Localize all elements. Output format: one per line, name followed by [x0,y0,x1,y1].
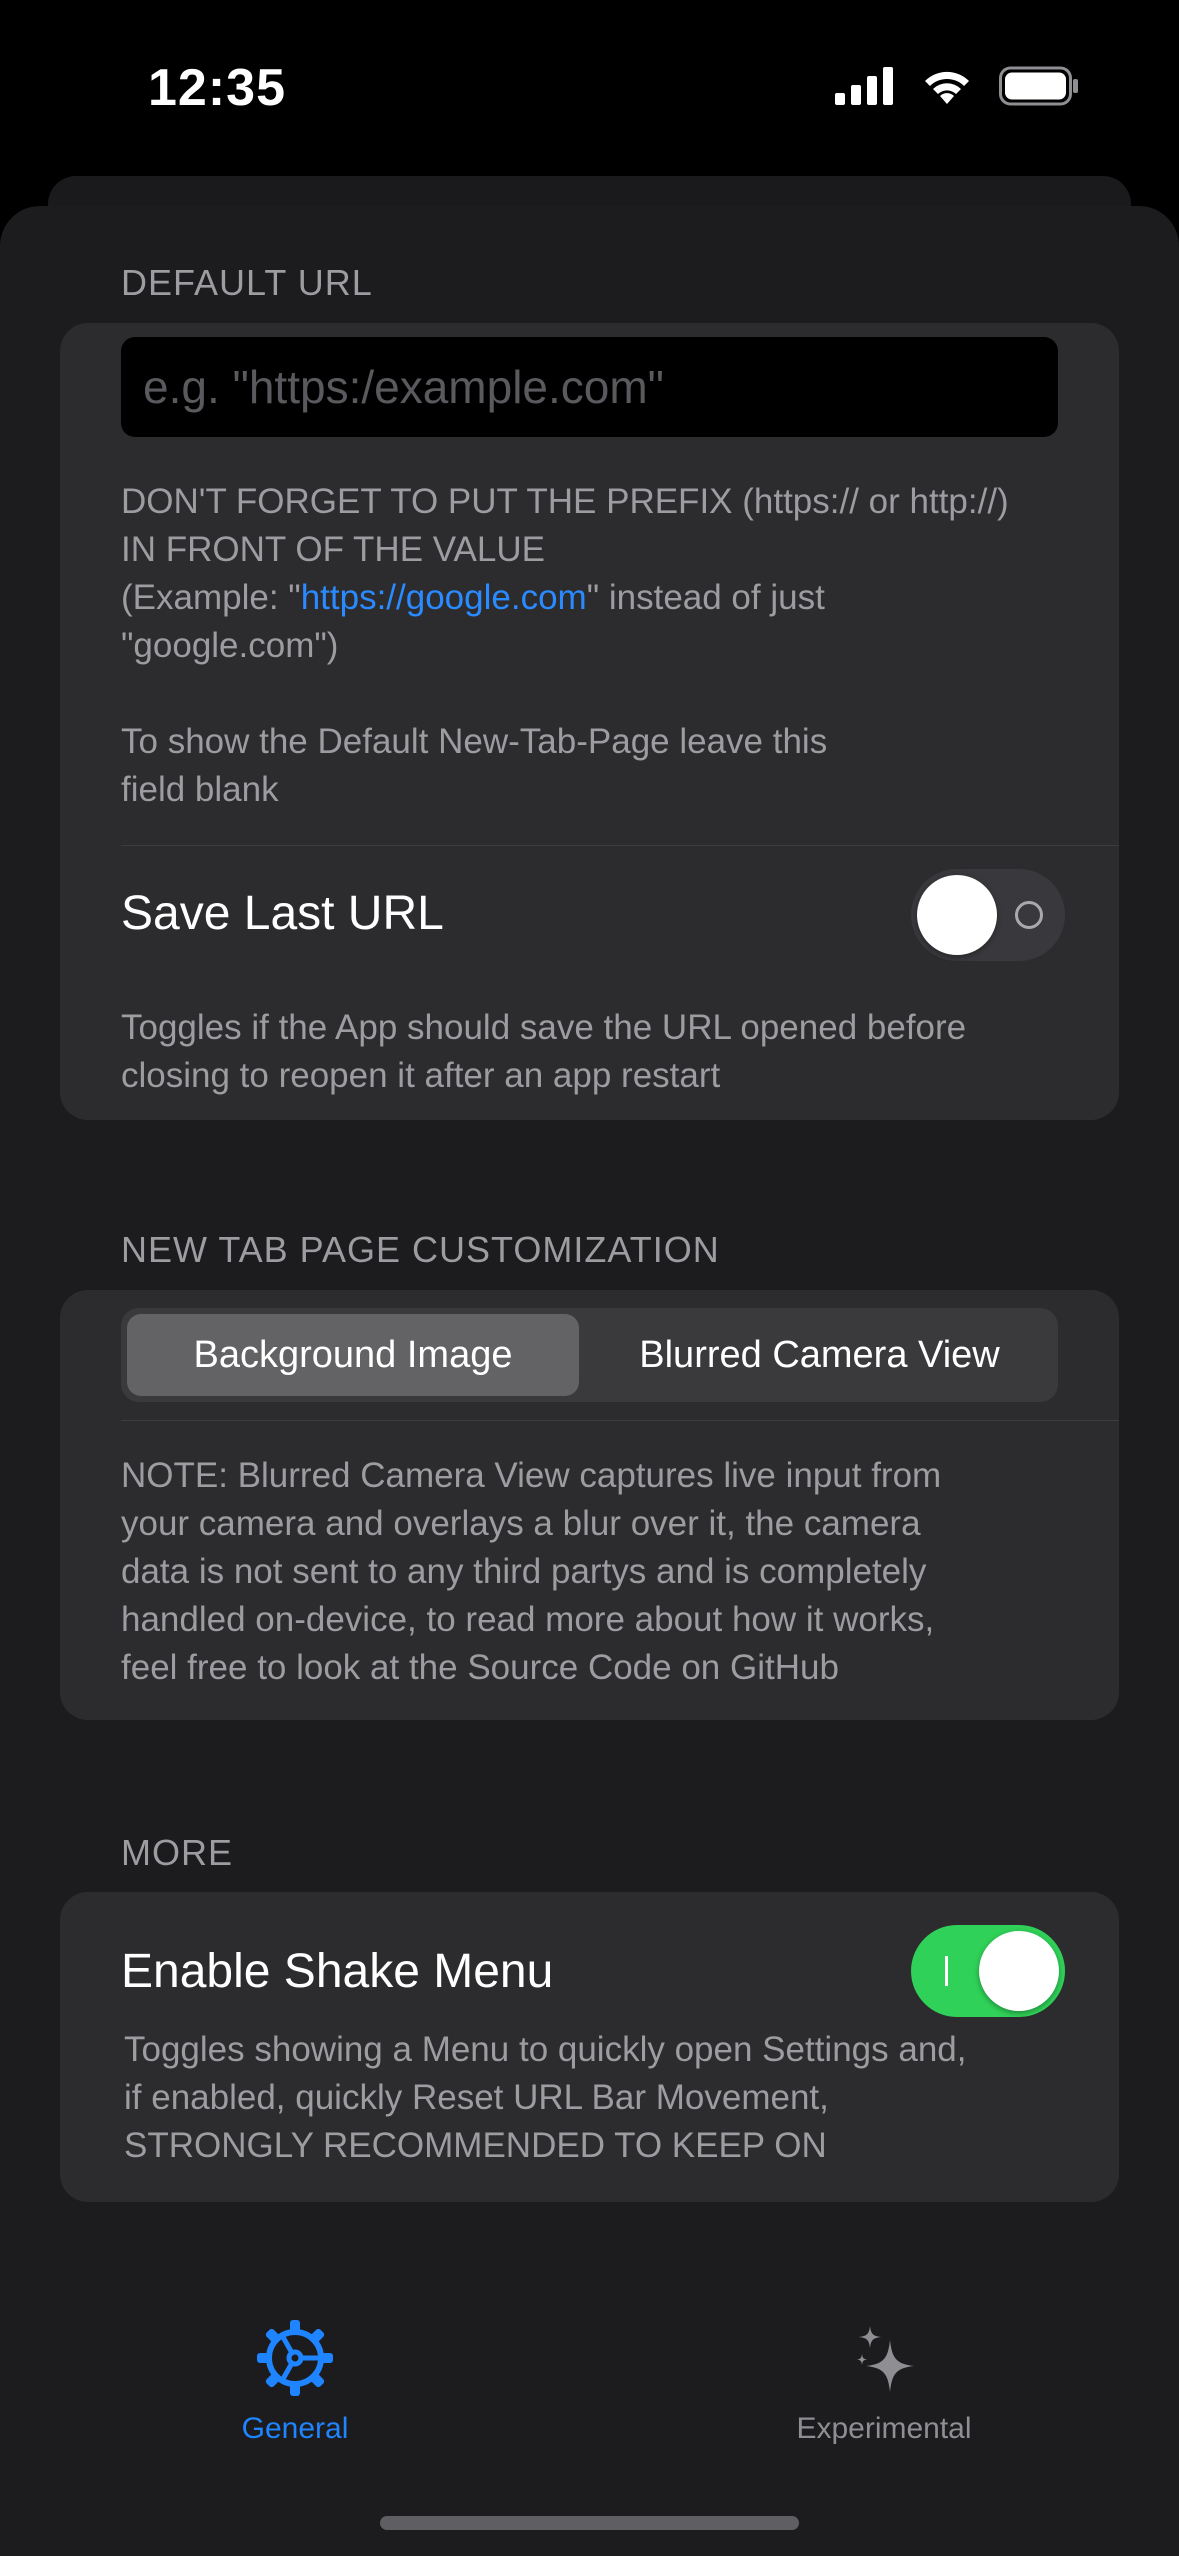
camera-view-note-line: NOTE: Blurred Camera View captures live … [121,1456,942,1495]
example-link[interactable]: https://google.com [301,578,587,617]
camera-view-note-line: your camera and overlays a blur over it,… [121,1504,921,1543]
status-time: 12:35 [148,59,286,117]
new-tab-card: Background Image Blurred Camera View NOT… [60,1290,1119,1720]
shake-menu-note-line: STRONGLY RECOMMENDED TO KEEP ON [124,2126,827,2165]
blank-field-note-line: field blank [121,770,279,809]
shake-menu-note-line: if enabled, quickly Reset URL Bar Moveme… [124,2078,829,2117]
prefix-note-line: "google.com") [121,626,339,665]
enable-shake-menu-toggle[interactable] [911,1925,1065,2017]
tab-label: Experimental [796,2412,972,2445]
toggle-knob [917,875,997,955]
shake-menu-note: Toggles showing a Menu to quickly open S… [124,2026,966,2170]
wifi-icon [925,71,969,104]
toggle-off-indicator [1015,901,1043,929]
prefix-note-example: (Example: "https://google.com" instead o… [121,578,825,617]
shake-menu-note-line: Toggles showing a Menu to quickly open S… [124,2030,967,2069]
tab-label: General [241,2412,349,2445]
save-last-url-toggle[interactable] [911,869,1065,961]
sparkles-icon [857,2326,914,2392]
save-last-url-note-line: closing to reopen it after an app restar… [121,1056,721,1095]
cellular-signal-icon [835,67,893,105]
default-url-input[interactable] [121,337,1058,437]
camera-view-note-line: handled on-device, to read more about ho… [121,1600,935,1639]
divider [121,1420,1119,1421]
tab-experimental[interactable]: Experimental [734,2318,1034,2446]
default-url-card: DON'T FORGET TO PUT THE PREFIX (https://… [60,323,1119,1120]
toggle-knob [979,1931,1059,2011]
blank-field-note-line: To show the Default New-Tab-Page leave t… [121,722,828,761]
save-last-url-note: Toggles if the App should save the URL o… [121,1004,966,1100]
new-tab-style-segmented-control: Background Image Blurred Camera View [121,1308,1058,1402]
divider [121,845,1119,846]
prefix-note-line: DON'T FORGET TO PUT THE PREFIX (https://… [121,482,1009,521]
enable-shake-menu-label: Enable Shake Menu [121,1945,554,1998]
save-last-url-note-line: Toggles if the App should save the URL o… [121,1008,967,1047]
segment-background-image[interactable]: Background Image [127,1314,579,1396]
section-header-new-tab: NEW TAB PAGE CUSTOMIZATION [121,1229,720,1270]
segment-blurred-camera-view[interactable]: Blurred Camera View [587,1314,1052,1396]
home-indicator [380,2516,799,2530]
section-header-more: MORE [121,1832,233,1873]
status-icons [835,66,1079,106]
status-bar: 12:35 [0,0,1179,170]
gear-icon [257,2320,333,2396]
battery-icon [999,66,1078,106]
blank-field-note: To show the Default New-Tab-Page leave t… [121,718,827,814]
section-header-default-url: DEFAULT URL [121,262,373,303]
prefix-note: DON'T FORGET TO PUT THE PREFIX (https://… [121,478,1009,670]
toggle-on-indicator [945,1956,948,1986]
more-card: Enable Shake Menu Toggles showing a Menu… [60,1892,1119,2202]
camera-view-note-line: data is not sent to any third partys and… [121,1552,927,1591]
prefix-note-line: IN FRONT OF THE VALUE [121,530,545,569]
save-last-url-label: Save Last URL [121,887,444,940]
camera-view-note: NOTE: Blurred Camera View captures live … [121,1452,941,1692]
tab-general[interactable]: General [145,2318,445,2446]
camera-view-note-line: feel free to look at the Source Code on … [121,1648,839,1687]
